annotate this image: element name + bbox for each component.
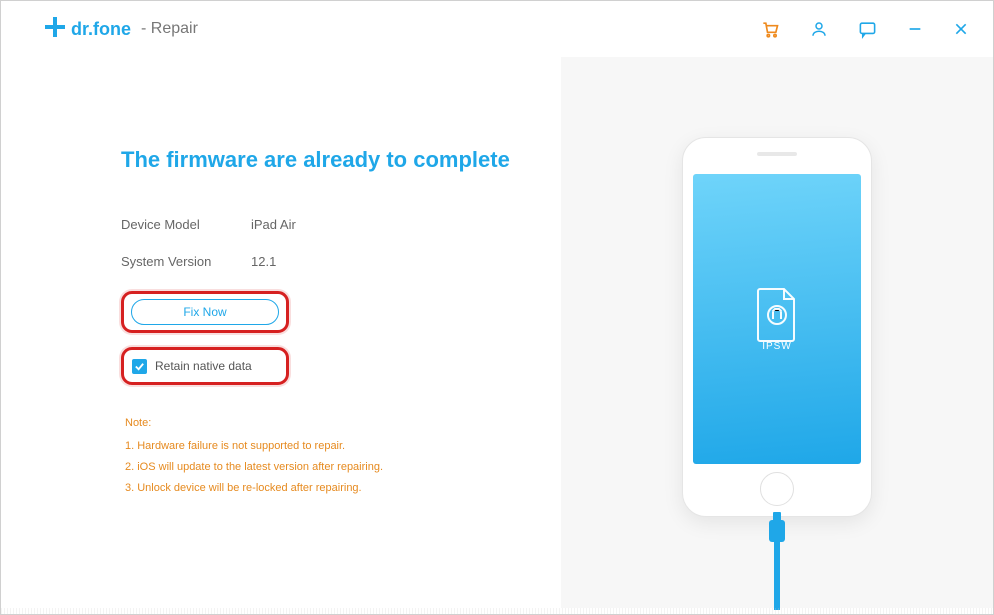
fix-now-button[interactable]: Fix Now [131, 299, 279, 325]
device-model-value: iPad Air [251, 217, 296, 232]
ipsw-file-icon: IPSW [754, 287, 800, 352]
app-logo: dr.fone - Repair [45, 17, 198, 41]
phone-illustration: IPSW [682, 137, 872, 517]
note-line-2: 2. iOS will update to the latest version… [125, 457, 561, 478]
note-line-1: 1. Hardware failure is not supported to … [125, 436, 561, 457]
phone-screen: IPSW [693, 174, 861, 464]
bottom-border [1, 608, 993, 614]
close-icon[interactable] [953, 21, 969, 37]
retain-data-highlight: Retain native data [121, 347, 289, 385]
firmware-heading: The firmware are already to complete [121, 147, 561, 173]
left-panel: The firmware are already to complete Dev… [1, 57, 561, 608]
device-model-label: Device Model [121, 217, 251, 232]
notes-section: Note: 1. Hardware failure is not support… [125, 413, 561, 499]
cart-icon[interactable] [760, 19, 780, 39]
system-version-value: 12.1 [251, 254, 276, 269]
logo-text: dr.fone [71, 19, 131, 40]
device-model-row: Device Model iPad Air [121, 217, 561, 232]
window-controls [760, 19, 969, 39]
titlebar: dr.fone - Repair [1, 1, 993, 57]
system-version-label: System Version [121, 254, 251, 269]
retain-label: Retain native data [155, 359, 252, 373]
user-icon[interactable] [810, 20, 828, 38]
logo-plus-icon [45, 17, 65, 41]
retain-checkbox[interactable] [132, 359, 147, 374]
notes-heading: Note: [125, 413, 561, 434]
main-content: The firmware are already to complete Dev… [1, 57, 993, 608]
fix-now-highlight: Fix Now [121, 291, 289, 333]
section-name: - Repair [141, 20, 198, 38]
cable-icon [747, 490, 807, 610]
feedback-icon[interactable] [858, 20, 877, 39]
note-line-3: 3. Unlock device will be re-locked after… [125, 478, 561, 499]
right-panel: IPSW [561, 57, 993, 608]
system-version-row: System Version 12.1 [121, 254, 561, 269]
minimize-icon[interactable] [907, 21, 923, 37]
